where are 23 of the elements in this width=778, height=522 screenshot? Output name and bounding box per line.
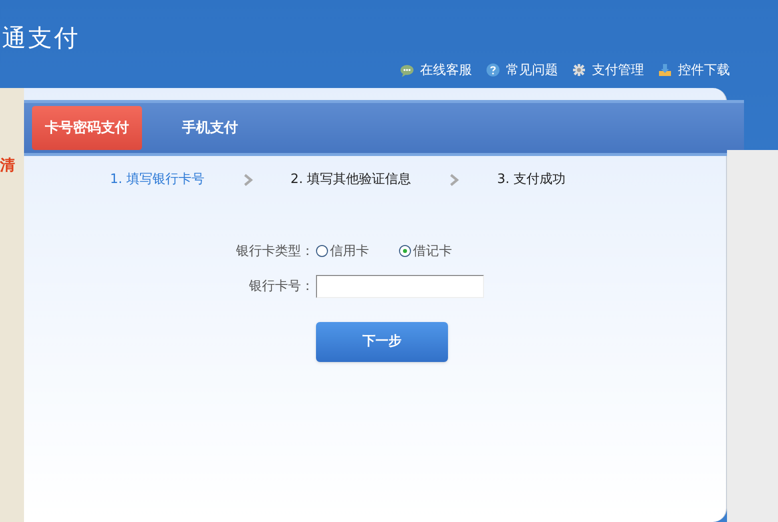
top-link[interactable]: 常见问题 [486, 60, 558, 80]
top-link[interactable]: 在线客服 [400, 60, 472, 80]
step-label: 1. 填写银行卡号 [110, 171, 205, 189]
chevron-icon [242, 172, 253, 187]
sidebar-text: 清 [0, 158, 16, 173]
next-button[interactable]: 下一步 [316, 322, 448, 362]
download-icon [658, 63, 672, 78]
payment-tab[interactable]: 手机支付 [152, 106, 268, 150]
step-label: 2. 填写其他验证信息 [290, 171, 412, 189]
card-number-label: 银行卡号： [248, 278, 314, 296]
card-number-field[interactable] [316, 275, 484, 298]
card-type-label: 银行卡类型： [236, 242, 314, 260]
logo-text: 通支付 [1, 23, 81, 54]
top-link[interactable]: 支付管理 [572, 60, 644, 80]
help-icon [486, 63, 500, 78]
chevron-icon [449, 172, 460, 187]
settings-icon [572, 63, 586, 78]
speech-bubble-icon [400, 64, 414, 77]
card-type-radio[interactable]: 借记卡 [399, 242, 452, 261]
payment-tab[interactable]: 卡号密码支付 [32, 106, 142, 150]
step-label: 3. 支付成功 [497, 171, 566, 189]
card-type-radio[interactable]: 信用卡 [316, 242, 369, 261]
top-link[interactable]: 控件下载 [658, 60, 730, 80]
